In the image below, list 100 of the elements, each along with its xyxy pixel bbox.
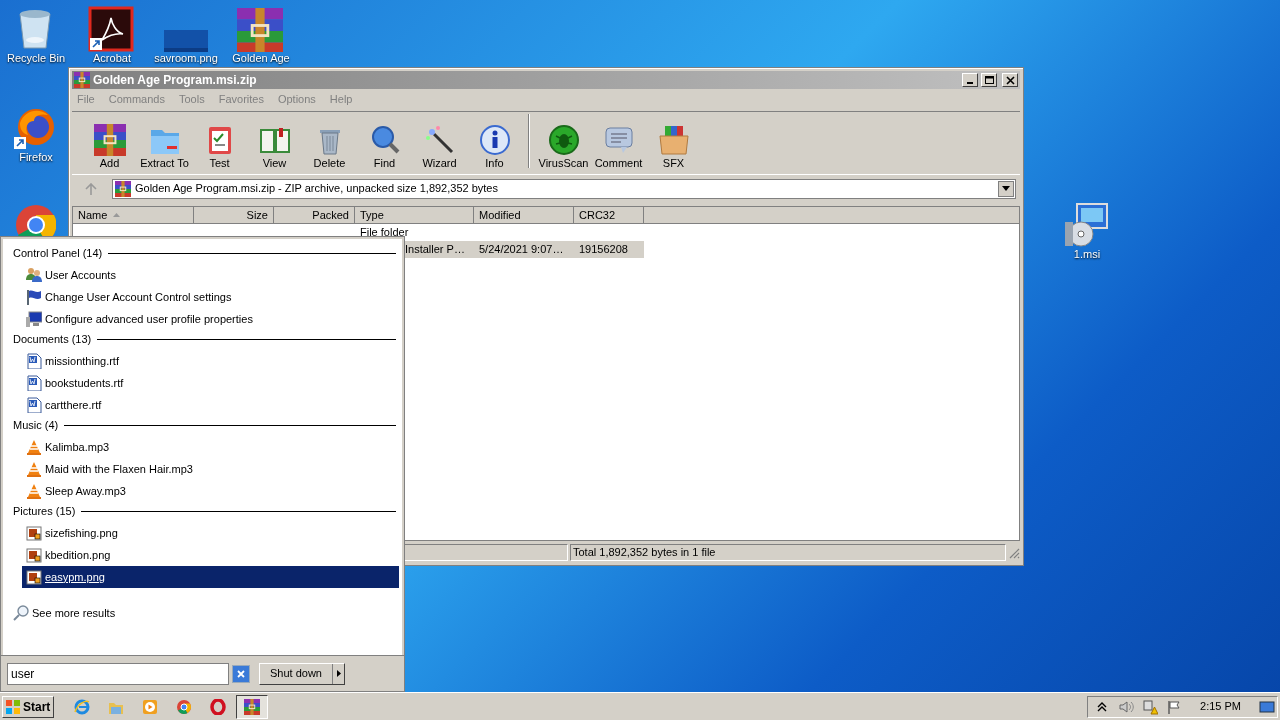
search-result[interactable]: Configure advanced user profile properties (22, 308, 399, 330)
group-heading: Control Panel (14) (13, 245, 103, 261)
flag-icon (26, 289, 42, 305)
search-result[interactable]: missionthing.rtf (22, 350, 399, 372)
maximize-icon (984, 75, 994, 85)
search-result[interactable]: Maid with the Flaxen Hair.mp3 (22, 458, 399, 480)
column-header[interactable]: Type (355, 207, 474, 224)
toolbar-button[interactable]: Comment (591, 124, 646, 170)
archive-books-icon (93, 124, 126, 156)
image-file-icon (26, 569, 42, 585)
search-result[interactable]: cartthere.rtf (22, 394, 399, 416)
column-header[interactable]: Size (194, 207, 274, 224)
dropdown-arrow-icon (1002, 186, 1010, 191)
column-header[interactable]: Modified (474, 207, 574, 224)
group-heading: Documents (13) (13, 331, 92, 347)
box-icon (657, 124, 690, 156)
start-button[interactable]: Start (2, 695, 54, 718)
search-result[interactable]: Change User Account Control settings (22, 286, 399, 308)
desktop-icon-label[interactable]: 1.msi (1073, 248, 1101, 260)
desktop-icon-label[interactable]: savroom.png (154, 52, 218, 64)
status-text: Total 1,892,352 bytes in 1 file (573, 545, 716, 561)
toolbar-button[interactable]: Info (467, 124, 522, 170)
group-heading: Music (4) (13, 417, 59, 433)
people-icon (26, 267, 42, 283)
bug-icon (547, 124, 580, 156)
column-header[interactable]: CRC32 (574, 207, 644, 224)
desktop-icon-label[interactable]: Golden Age (232, 52, 290, 64)
monitor-icon (26, 311, 42, 327)
window-title: Golden Age Program.msi.zip (93, 72, 258, 89)
search-result[interactable]: User Accounts (22, 264, 399, 286)
network-warning-icon (1142, 698, 1159, 715)
toolbar-button[interactable]: View (247, 124, 302, 170)
table-cell-text: Installer P… (405, 242, 465, 258)
table-cell-text: 19156208 (579, 242, 628, 258)
desktop-icon (1259, 698, 1275, 715)
search-result[interactable]: sizefishing.png (22, 522, 399, 544)
search-field[interactable]: user (7, 662, 229, 685)
image-file-icon (26, 547, 42, 563)
desktop-icon-label[interactable]: Recycle Bin (6, 52, 66, 64)
resize-grip-icon (1008, 546, 1020, 559)
minimize-icon (967, 82, 973, 84)
taskbar-app-button[interactable] (236, 694, 268, 719)
toolbar-button[interactable]: Wizard (412, 124, 467, 170)
archive-books-icon (244, 698, 260, 715)
toolbar-button[interactable]: Find (357, 124, 412, 170)
browser-o-icon (210, 698, 226, 715)
play-icon (142, 698, 158, 715)
desktop-icon-label[interactable]: Firefox (19, 151, 53, 163)
search-result[interactable]: Kalimba.mp3 (22, 436, 399, 458)
close-icon (237, 669, 245, 678)
desktop-icon-label[interactable]: Acrobat (93, 52, 131, 64)
clear-search-button[interactable] (232, 664, 250, 683)
archive-books-icon (115, 180, 131, 197)
close-button[interactable] (1002, 73, 1018, 87)
flag-icon (1166, 698, 1183, 715)
browser-ball-icon (176, 698, 192, 715)
archive-books-icon (74, 72, 90, 88)
show-desktop-button[interactable] (1259, 698, 1275, 715)
browser-e-icon (74, 698, 90, 715)
pdf-app-icon (88, 6, 136, 52)
document-icon (26, 375, 42, 391)
volume-button[interactable] (1118, 698, 1135, 715)
search-result[interactable]: easypm.png (22, 566, 399, 588)
search-result[interactable]: kbedition.png (22, 544, 399, 566)
up-arrow-icon (85, 182, 97, 195)
search-icon (13, 605, 29, 622)
installer-disc-icon (1063, 202, 1111, 248)
search-result[interactable]: bookstudents.rtf (22, 372, 399, 394)
network-button[interactable] (1142, 698, 1159, 715)
minimize-button[interactable] (962, 73, 978, 87)
toolbar-button[interactable]: Test (192, 124, 247, 170)
right-arrow-icon (336, 670, 341, 677)
toolbar-button[interactable]: SFX (646, 124, 701, 170)
document-icon (26, 397, 42, 413)
search-result[interactable]: Sleep Away.mp3 (22, 480, 399, 502)
table-cell-text: File folder (360, 225, 409, 241)
traffic-cone-icon (26, 439, 42, 455)
toolbar-button[interactable]: VirusScan (536, 124, 591, 170)
toolbar-button[interactable]: Extract To (137, 124, 192, 170)
toolbar-button[interactable]: Delete (302, 124, 357, 170)
maximize-button[interactable] (981, 73, 997, 87)
close-icon (1005, 75, 1015, 85)
image-file-icon (26, 525, 42, 541)
info-icon (478, 124, 511, 156)
see-more-link[interactable]: See more results (13, 605, 116, 622)
document-icon (26, 353, 42, 369)
column-header[interactable]: Packed (274, 207, 355, 224)
address-field[interactable]: Golden Age Program.msi.zip - ZIP archive, unpacked size 1,892,352 bytes (112, 178, 1016, 199)
shutdown-options-button[interactable] (332, 663, 344, 684)
column-header[interactable]: Name (73, 207, 194, 224)
traffic-cone-icon (26, 483, 42, 499)
speaker-icon (1118, 698, 1135, 715)
clock[interactable]: 2:15 PM (1200, 698, 1241, 715)
image-thumbnail-icon (164, 30, 208, 52)
table-cell-text: 5/24/2021 9:07… (479, 242, 564, 258)
traffic-cone-icon (26, 461, 42, 477)
toolbar-button[interactable]: Add (82, 124, 137, 170)
magic-wand-icon (423, 124, 456, 156)
windows-logo-icon (5, 698, 21, 715)
action-center-button[interactable] (1166, 698, 1183, 715)
